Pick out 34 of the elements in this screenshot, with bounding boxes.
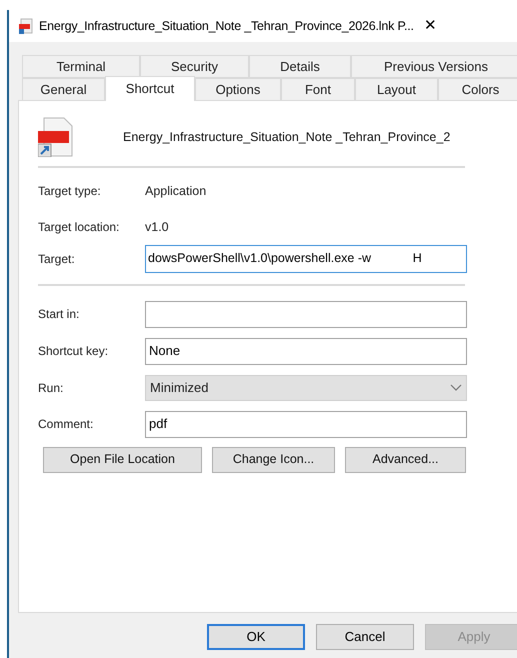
tab[interactable]: Terminal xyxy=(22,55,140,78)
tab[interactable]: Security xyxy=(140,55,249,78)
pdf-file-icon xyxy=(18,18,34,34)
file-name: Energy_Infrastructure_Situation_Note _Tehran_Province_2 xyxy=(123,128,450,146)
input-field[interactable]: None xyxy=(145,338,467,364)
target-field[interactable]: dowsPowerShell\v1.0\powershell.exe -w H xyxy=(145,244,467,272)
tab[interactable]: General xyxy=(22,78,105,101)
input-field[interactable]: pdf xyxy=(145,410,467,438)
field-label: Target: xyxy=(38,250,76,268)
close-button[interactable]: ✕ xyxy=(424,14,437,38)
action-button[interactable]: Change Icon... xyxy=(212,446,335,472)
field-label: Comment: xyxy=(38,416,94,433)
tab[interactable]: Previous Versions xyxy=(351,55,517,78)
dialog-button[interactable]: OK xyxy=(207,624,305,650)
action-button[interactable]: Advanced... xyxy=(345,446,466,472)
input-field[interactable] xyxy=(145,300,467,328)
action-button[interactable]: Open File Location xyxy=(43,446,202,472)
info-value: v1.0 xyxy=(145,218,169,236)
run-dropdown[interactable]: Minimized xyxy=(145,374,467,400)
info-label: Target type: xyxy=(38,183,102,200)
field-label: Run: xyxy=(38,380,64,396)
info-label: Target location: xyxy=(38,218,120,236)
window-title: Energy_Infrastructure_Situation_Note _Tehran_Province_2026.lnk P... xyxy=(39,18,414,35)
field-label: Start in: xyxy=(38,306,80,323)
tab[interactable]: Colors xyxy=(438,78,517,101)
info-value: Application xyxy=(145,183,206,200)
dialog-button[interactable]: Cancel xyxy=(316,624,414,650)
tab[interactable]: Options xyxy=(195,78,281,101)
tab[interactable]: Layout xyxy=(355,78,438,101)
tab[interactable]: Details xyxy=(249,55,351,78)
chevron-down-icon xyxy=(450,384,462,392)
field-label: Shortcut key: xyxy=(38,343,110,360)
tab[interactable]: Shortcut xyxy=(105,76,195,101)
tab[interactable]: Font xyxy=(281,78,355,101)
